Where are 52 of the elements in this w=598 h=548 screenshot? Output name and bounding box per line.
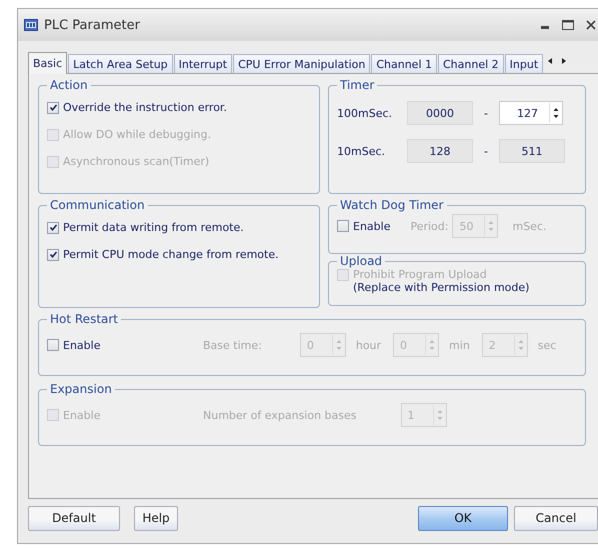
- dialog-button[interactable]: Cancel: [514, 506, 598, 530]
- tab[interactable]: Interrupt: [174, 54, 232, 73]
- base-time-label: Base time:: [203, 338, 262, 352]
- range-separator: -: [483, 144, 489, 158]
- period-label: Period:: [410, 220, 448, 232]
- unit-label: sec: [538, 338, 556, 352]
- close-icon[interactable]: [586, 20, 596, 30]
- dialog-button[interactable]: Help: [134, 506, 178, 530]
- tab[interactable]: Input: [504, 54, 544, 73]
- checkbox-label: Permit data writing from remote.: [63, 221, 244, 234]
- scroll-right-icon[interactable]: [560, 57, 568, 65]
- checkbox-label: Prohibit Program Upload: [353, 268, 487, 281]
- start-field: 128: [407, 139, 473, 163]
- checkbox[interactable]: [47, 222, 59, 234]
- checkbox-label: Enable: [353, 220, 390, 232]
- unit-label: hour: [356, 338, 382, 352]
- end-field: 511: [499, 139, 565, 163]
- checkbox[interactable]: [47, 248, 59, 260]
- unit-label: min: [449, 338, 470, 352]
- dialog-button[interactable]: Default: [28, 506, 120, 530]
- tab[interactable]: Channel 1: [371, 54, 437, 73]
- upload-note: (Replace with Permission mode): [352, 281, 530, 294]
- group-title: Upload: [339, 254, 384, 268]
- tab[interactable]: Basic: [28, 52, 68, 74]
- tab[interactable]: Latch Area Setup: [68, 54, 173, 73]
- checkbox-label: Allow DO while debugging.: [63, 128, 212, 141]
- start-field: 0000: [407, 101, 473, 125]
- timer-label: 10mSec.: [337, 144, 386, 158]
- app-icon: [24, 19, 38, 31]
- timer-label: 100mSec.: [337, 106, 394, 120]
- group-title: Watch Dog Timer: [339, 198, 444, 212]
- unit-label: mSec.: [512, 220, 546, 232]
- group-title: Action: [49, 78, 89, 92]
- range-separator: -: [483, 106, 489, 120]
- checkbox-label: Permit CPU mode change from remote.: [63, 248, 279, 261]
- checkbox-label: Override the instruction error.: [63, 101, 227, 114]
- maximize-icon[interactable]: [562, 20, 574, 30]
- tab[interactable]: CPU Error Manipulation: [233, 54, 370, 73]
- end-spinbox[interactable]: 127: [499, 101, 563, 125]
- ok-button[interactable]: OK: [418, 506, 508, 530]
- group-title: Expansion: [49, 382, 113, 396]
- checkbox-label: Asynchronous scan(Timer): [63, 155, 210, 168]
- window-title: PLC Parameter: [44, 18, 140, 32]
- tab[interactable]: Channel 2: [438, 54, 504, 73]
- group-title: Timer: [339, 78, 376, 92]
- bases-label: Number of expansion bases: [203, 408, 357, 422]
- group-title: Communication: [49, 198, 146, 212]
- checkbox[interactable]: [47, 102, 59, 114]
- group-title: Hot Restart: [49, 312, 120, 326]
- checkbox-label: Enable: [63, 338, 102, 352]
- scroll-left-icon[interactable]: [546, 57, 554, 65]
- checkbox-label: Enable: [63, 408, 102, 422]
